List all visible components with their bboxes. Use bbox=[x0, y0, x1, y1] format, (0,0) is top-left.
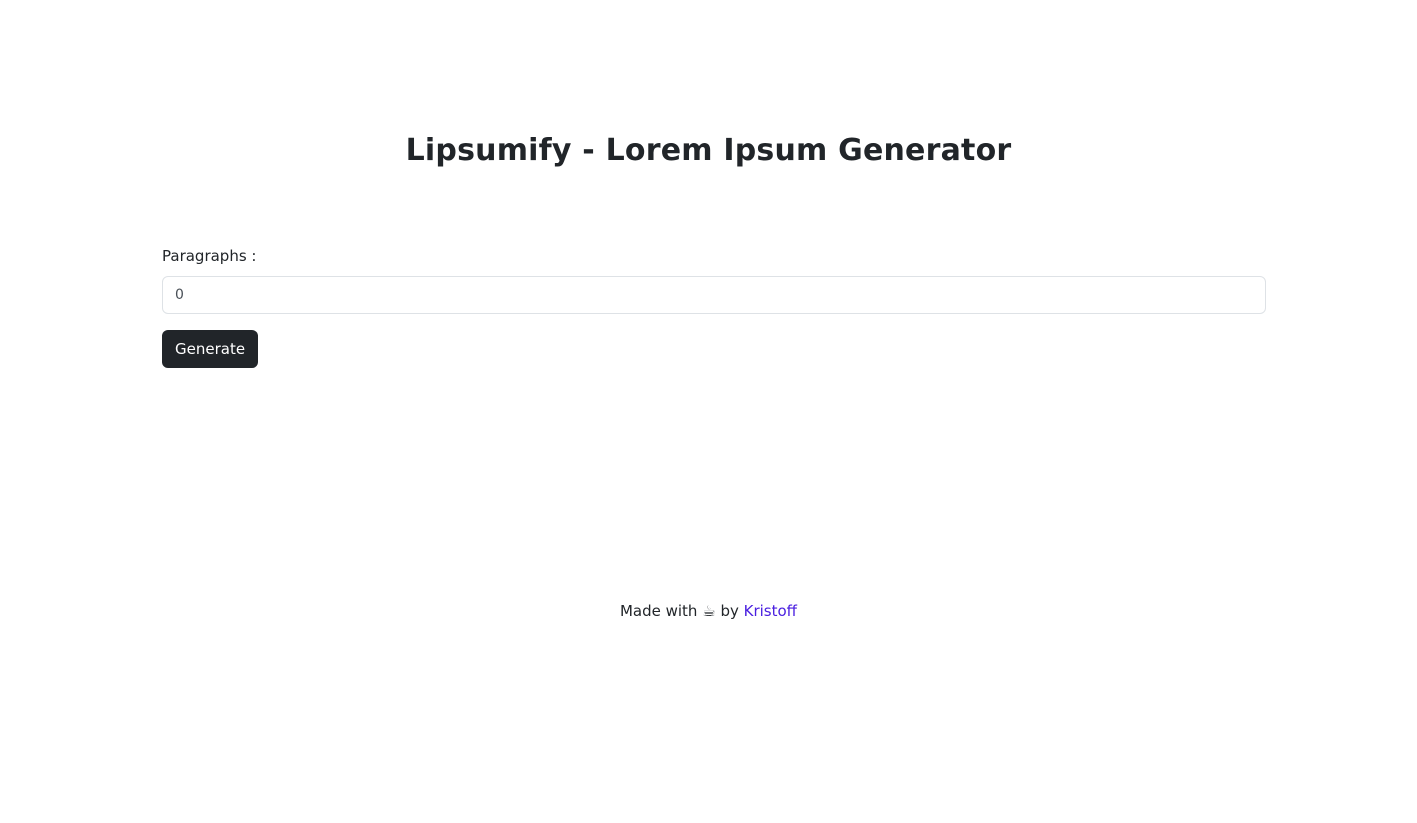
page-title: Lipsumify - Lorem Ipsum Generator bbox=[405, 133, 1012, 168]
author-link[interactable]: Kristoff bbox=[744, 602, 797, 620]
paragraphs-label: Paragraphs : bbox=[162, 247, 257, 265]
paragraphs-input[interactable] bbox=[162, 276, 1266, 314]
coffee-icon: ☕ bbox=[702, 602, 716, 620]
generator-form: Paragraphs : Generate bbox=[162, 245, 1266, 368]
footer-made-with: Made with bbox=[619, 602, 698, 620]
generate-button[interactable]: Generate bbox=[162, 330, 259, 368]
footer: Made with ☕ by Kristoff bbox=[0, 600, 1417, 622]
footer-by: by bbox=[720, 602, 739, 620]
